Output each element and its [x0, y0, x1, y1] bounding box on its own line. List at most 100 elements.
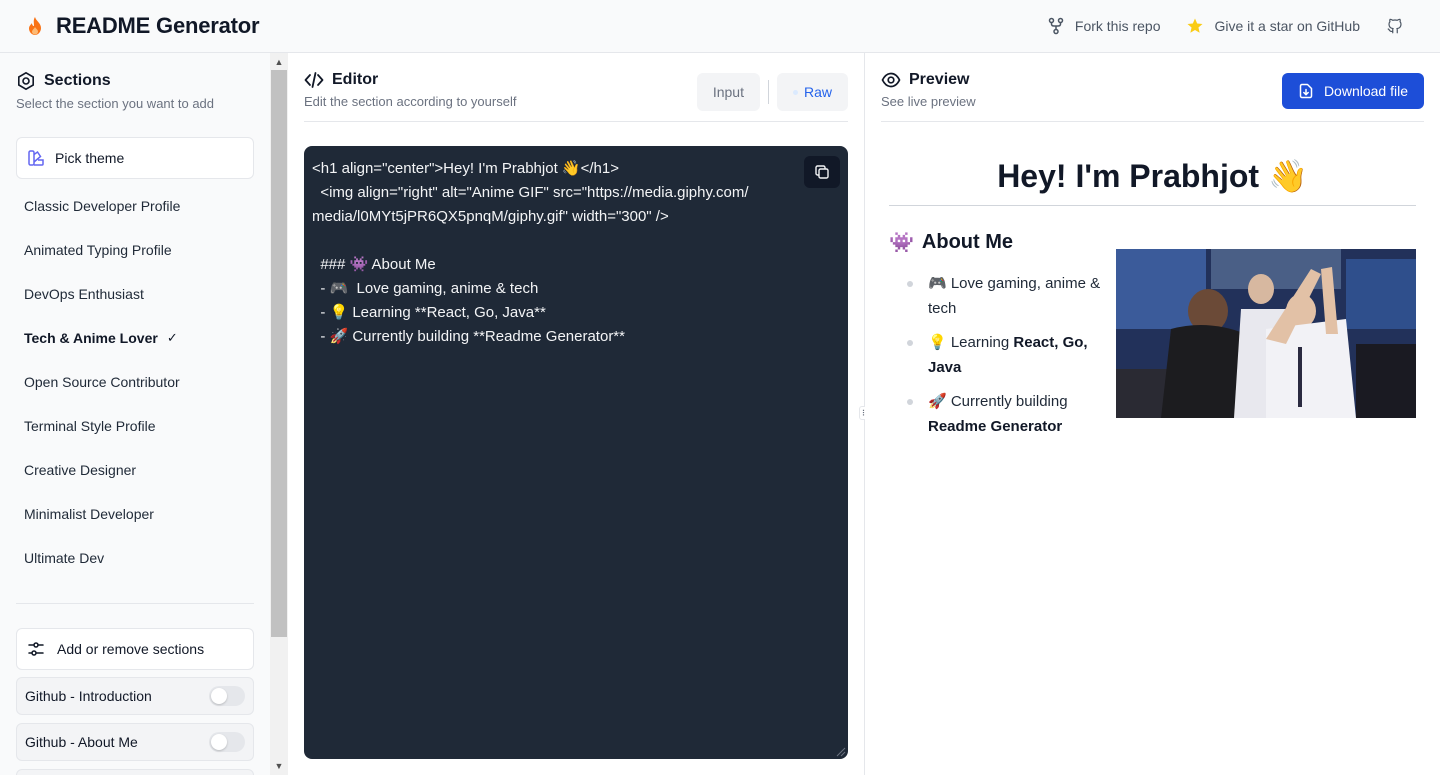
code-line: <img align="right" alt="Anime GIF" src="…: [312, 184, 749, 201]
template-minimalist-developer[interactable]: Minimalist Developer: [16, 492, 254, 536]
scroll-up-icon[interactable]: ▲: [270, 54, 288, 70]
sidebar-subtitle: Select the section you want to add: [16, 96, 215, 111]
eye-icon: [881, 72, 901, 88]
preview-subtitle: See live preview: [881, 94, 976, 109]
template-open-source-contributor[interactable]: Open Source Contributor: [16, 360, 254, 404]
code-line: - 💡 Learning **React, Go, Java**: [312, 304, 546, 321]
editor-panel: Editor Edit the section according to you…: [288, 53, 864, 775]
editor-title: Editor: [332, 71, 379, 88]
fork-repo-link[interactable]: Fork this repo: [1047, 17, 1161, 35]
palette-icon: [28, 150, 44, 166]
editor-header: Editor Edit the section according to you…: [304, 71, 516, 109]
template-devops-enthusiast[interactable]: DevOps Enthusiast: [16, 272, 254, 316]
template-creative-designer[interactable]: Creative Designer: [16, 448, 254, 492]
pick-theme-button[interactable]: Pick theme: [16, 137, 254, 179]
alien-monster-icon: 👾: [889, 232, 914, 254]
preview-header: Preview See live preview: [881, 71, 976, 109]
github-link[interactable]: [1386, 17, 1404, 35]
editor-divider: [304, 121, 848, 122]
about-me-text: About Me: [921, 231, 1013, 253]
sliders-icon: [28, 642, 44, 656]
download-file-button[interactable]: Download file: [1281, 73, 1424, 109]
copy-icon: [815, 165, 829, 179]
header-links: Fork this repo Give it a star on GitHub: [1047, 17, 1414, 35]
copy-button[interactable]: [804, 156, 840, 188]
code-line: ### 👾 About Me: [312, 256, 436, 273]
template-list: Classic Developer Profile Animated Typin…: [16, 184, 254, 580]
section-toggle[interactable]: [209, 732, 245, 752]
tab-raw[interactable]: Raw: [776, 73, 848, 111]
code-line: media/l0MYt5jPR6QX5pnqM/giphy.gif" width…: [312, 208, 669, 225]
template-label: Classic Developer Profile: [24, 198, 181, 214]
item-text: 🚀 Currently building: [928, 393, 1068, 410]
star-label: Give it a star on GitHub: [1214, 18, 1360, 34]
about-me-heading: 👾 About Me: [889, 230, 1013, 255]
template-ultimate-dev[interactable]: Ultimate Dev: [16, 536, 254, 580]
tab-separator: [767, 80, 769, 104]
add-remove-sections-button[interactable]: Add or remove sections: [16, 628, 254, 670]
editor-mode-tabs: Input Raw: [696, 73, 848, 111]
scroll-down-icon[interactable]: ▼: [270, 758, 288, 774]
template-tech-anime-lover[interactable]: Tech & Anime Lover ✓: [16, 316, 254, 360]
github-icon: [1387, 18, 1402, 34]
code-line: <h1 align="center">Hey! I'm Prabhjot 👋</…: [312, 160, 619, 177]
code-line: - 🚀 Currently building **Readme Generato…: [312, 328, 625, 345]
scrollbar-thumb[interactable]: [271, 70, 287, 637]
code-line: - 🎮 Love gaming, anime & tech: [312, 280, 539, 297]
section-toggle[interactable]: [209, 686, 245, 706]
star-icon: [1187, 18, 1203, 33]
preview-divider: [881, 121, 1424, 122]
preview-heading: Hey! I'm Prabhjot 👋: [889, 157, 1416, 206]
editor-subtitle: Edit the section according to yourself: [304, 94, 517, 109]
app-title: README Generator: [56, 13, 260, 38]
tab-raw-label: Raw: [803, 84, 832, 100]
flame-icon: [29, 17, 41, 35]
download-icon: [1299, 83, 1313, 99]
section-github-about-me[interactable]: Github - About Me: [16, 723, 254, 761]
template-animated-typing-profile[interactable]: Animated Typing Profile: [16, 228, 254, 272]
section-label: Github - Introduction: [25, 688, 152, 704]
template-label: DevOps Enthusiast: [24, 286, 144, 302]
sidebar-header: Sections Select the section you want to …: [16, 71, 214, 111]
add-remove-label: Add or remove sections: [57, 641, 205, 657]
code-icon: [304, 72, 324, 88]
check-icon: ✓: [166, 330, 178, 345]
template-label: Animated Typing Profile: [24, 242, 172, 258]
sidebar-divider: [16, 603, 254, 604]
template-label: Terminal Style Profile: [24, 418, 156, 434]
list-item: 🚀 Currently building Readme Generator: [905, 389, 1105, 439]
fork-label: Fork this repo: [1074, 18, 1161, 34]
markdown-code-editor[interactable]: <h1 align="center">Hey! I'm Prabhjot 👋</…: [304, 146, 848, 759]
anime-gif-image: [1116, 249, 1416, 418]
list-item: 💡 Learning React, Go, Java: [905, 330, 1105, 380]
section-github-introduction[interactable]: Github - Introduction: [16, 677, 254, 715]
resize-handle-icon[interactable]: [836, 747, 846, 757]
app-header: README Generator Fork this repo Give it …: [0, 0, 1440, 53]
template-label: Creative Designer: [24, 462, 137, 478]
template-label: Tech & Anime Lover: [24, 330, 158, 346]
template-label: Minimalist Developer: [24, 506, 154, 522]
star-github-link[interactable]: Give it a star on GitHub: [1186, 17, 1360, 35]
item-text: 💡 Learning: [928, 334, 1014, 351]
about-me-list: 🎮 Love gaming, anime & tech 💡 Learning R…: [905, 271, 1105, 448]
item-bold: Readme Generator: [928, 418, 1063, 435]
pick-theme-label: Pick theme: [55, 150, 125, 166]
fork-icon: [1048, 17, 1064, 35]
list-item: 🎮 Love gaming, anime & tech: [905, 271, 1105, 321]
template-terminal-style-profile[interactable]: Terminal Style Profile: [16, 404, 254, 448]
sections-sidebar: Sections Select the section you want to …: [0, 53, 270, 775]
hexagon-gear-icon: [18, 71, 34, 91]
download-label: Download file: [1323, 83, 1408, 99]
section-next-partial[interactable]: [16, 769, 254, 775]
gif-scene-illustration: [1116, 249, 1416, 418]
tab-input[interactable]: Input: [696, 73, 760, 111]
template-classic-developer-profile[interactable]: Classic Developer Profile: [16, 184, 254, 228]
section-label: Github - About Me: [25, 734, 138, 750]
sidebar-scrollbar[interactable]: ▲ ▼: [270, 53, 288, 775]
preview-panel: Preview See live preview Download file H…: [865, 53, 1440, 775]
preview-title: Preview: [909, 71, 970, 88]
sidebar-title: Sections: [44, 72, 111, 89]
dot-icon: [792, 89, 798, 95]
logo[interactable]: README Generator: [26, 13, 260, 39]
